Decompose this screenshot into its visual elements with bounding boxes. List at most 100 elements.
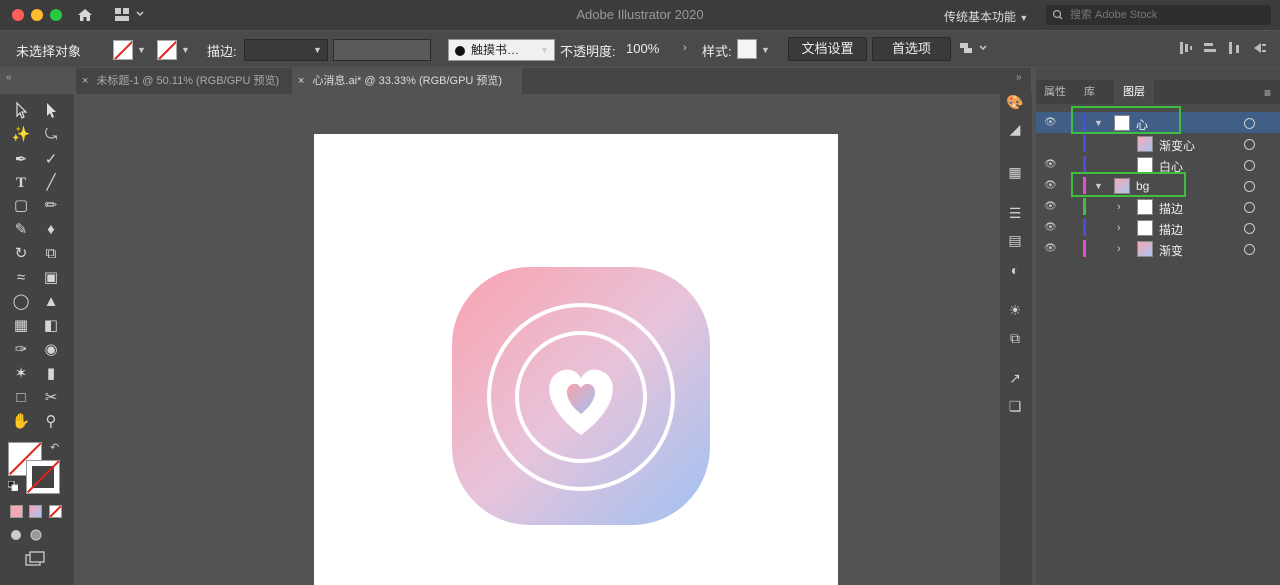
swatches-panel-icon[interactable]: ▦ [1005,164,1025,180]
layer-color-bar [1083,156,1086,173]
target-icon[interactable] [1244,181,1255,192]
workspace-switcher[interactable]: 传统基本功能 ▼ [944,8,1028,25]
color-guide-icon[interactable]: ◢ [1005,121,1025,137]
chevron-right-icon[interactable]: › [1117,201,1121,213]
layer-thumbnail [1137,241,1153,257]
eyedropper-tool-icon[interactable]: ✑ [10,339,32,361]
column-graph-tool-icon[interactable]: ▮ [40,363,62,385]
selection-tool-icon[interactable] [10,99,32,121]
chevron-down-icon[interactable]: ▼ [137,45,146,55]
arrange-icon[interactable] [958,40,990,56]
document-setup-button[interactable]: 文档设置 [788,37,867,61]
shape-builder-tool-icon[interactable]: ◯ [10,291,32,313]
none-mode-swatch[interactable] [49,505,62,518]
default-colors-icon[interactable] [7,480,19,492]
artboards-panel-icon[interactable]: ❏ [1005,398,1025,414]
visibility-eye-icon[interactable]: 👁 [1044,244,1058,254]
paintbrush-tool-icon[interactable]: ✏ [40,195,62,217]
preferences-button[interactable]: 首选项 [872,37,951,61]
visibility-eye-icon[interactable]: 👁 [1044,202,1058,212]
stroke-color-swatch[interactable] [26,460,60,494]
artboard-tool-icon[interactable]: □ [10,387,32,409]
close-icon[interactable]: × [82,75,88,87]
tab-layers[interactable]: 图层 [1114,80,1154,104]
screen-mode-icon[interactable] [24,551,48,569]
width-tool-icon[interactable]: ≈ [10,267,32,289]
line-tool-icon[interactable]: ╱ [40,172,62,194]
chevron-down-icon[interactable]: ▼ [181,45,190,55]
target-icon[interactable] [1244,244,1255,255]
search-input[interactable]: 搜索 Adobe Stock [1046,5,1271,25]
stroke-panel-icon[interactable]: ☰ [1005,205,1025,221]
slice-tool-icon[interactable]: ✂ [40,387,62,409]
tab-untitled[interactable]: × 未标题-1 @ 50.11% (RGB/GPU 预览) [76,68,286,94]
transparency-panel-icon[interactable]: ◐ [1005,262,1025,278]
gradient-panel-icon[interactable]: ▤ [1005,232,1025,248]
visibility-eye-icon[interactable]: 👁 [1044,223,1058,233]
graphic-styles-icon[interactable]: ⧉ [1005,330,1025,346]
target-icon[interactable] [1244,118,1255,129]
draw-mode-icons[interactable] [10,528,50,542]
symbol-sprayer-tool-icon[interactable]: ✶ [10,363,32,385]
opacity-value[interactable]: 100% [626,41,659,56]
chevron-right-icon[interactable]: › [683,42,687,54]
tab-libraries[interactable]: 库 [1084,80,1104,104]
collapse-dock-icon[interactable]: » [1016,72,1022,83]
target-icon[interactable] [1244,160,1255,171]
app-icon-artwork[interactable] [452,267,710,525]
shaper-tool-icon[interactable]: ✎ [10,219,32,241]
curvature-tool-icon[interactable]: ✓ [40,149,62,171]
color-panel-icon[interactable]: 🎨 [1005,94,1025,110]
graphic-style-swatch[interactable] [737,39,757,59]
brush-selector[interactable]: 触摸书… [448,39,555,61]
perspective-grid-tool-icon[interactable]: ▲ [40,291,62,313]
magic-wand-tool-icon[interactable]: ✨ [10,124,32,146]
target-icon[interactable] [1244,223,1255,234]
gradient-mode-swatch[interactable] [29,505,42,518]
type-tool-icon[interactable]: T [10,172,32,194]
variable-width-field[interactable] [333,39,431,61]
rectangle-tool-icon[interactable]: ▢ [10,195,32,217]
appearance-panel-icon[interactable]: ☀ [1005,302,1025,318]
transform-icon[interactable] [1202,40,1218,56]
tab-xin-xiaoxi[interactable]: × 心消息.ai* @ 33.33% (RGB/GPU 预览) [292,68,522,94]
gradient-tool-icon[interactable]: ◧ [40,315,62,337]
panel-menu-icon[interactable]: ≡ [1264,86,1271,100]
selection-status: 未选择对象 [16,44,82,59]
target-icon[interactable] [1244,139,1255,150]
blend-tool-icon[interactable]: ◉ [40,339,62,361]
distribute-icon[interactable] [1226,40,1242,56]
hand-tool-icon[interactable]: ✋ [10,411,32,433]
fill-swatch[interactable] [113,40,133,60]
swap-colors-icon[interactable]: ↶ [50,441,59,454]
chevron-right-icon[interactable]: › [1117,222,1121,234]
layer-name[interactable]: 渐变心 [1159,137,1195,154]
visibility-eye-icon[interactable]: 👁 [1044,118,1058,128]
direct-selection-tool-icon[interactable] [40,99,62,121]
rotate-tool-icon[interactable]: ↻ [10,243,32,265]
mesh-tool-icon[interactable]: ▦ [10,315,32,337]
stroke-swatch[interactable] [157,40,177,60]
visibility-eye-icon[interactable]: 👁 [1044,160,1058,170]
layer-name[interactable]: 描边 [1159,221,1183,238]
lasso-tool-icon[interactable]: ⤿ [40,124,62,146]
layer-color-bar [1083,198,1086,215]
chevron-down-icon[interactable]: ▼ [761,45,770,55]
color-mode-swatch[interactable] [10,505,23,518]
scale-tool-icon[interactable]: ⧉ [40,243,62,265]
collapse-toolbar-icon[interactable]: « [6,72,12,83]
layer-name[interactable]: 渐变 [1159,242,1183,259]
eraser-tool-icon[interactable]: ♦ [40,219,62,241]
free-transform-tool-icon[interactable]: ▣ [40,267,62,289]
target-icon[interactable] [1244,202,1255,213]
export-panel-icon[interactable]: ↗ [1005,370,1025,386]
pen-tool-icon[interactable]: ✒ [10,149,32,171]
visibility-eye-icon[interactable]: 👁 [1044,181,1058,191]
close-icon[interactable]: × [298,75,304,87]
tab-properties[interactable]: 属性 [1044,80,1070,104]
align-icon[interactable] [1178,40,1194,56]
chevron-right-icon[interactable]: › [1117,243,1121,255]
zoom-tool-icon[interactable]: ⚲ [40,411,62,433]
layer-name[interactable]: 描边 [1159,200,1183,217]
panel-menu-icon[interactable] [1252,40,1268,56]
